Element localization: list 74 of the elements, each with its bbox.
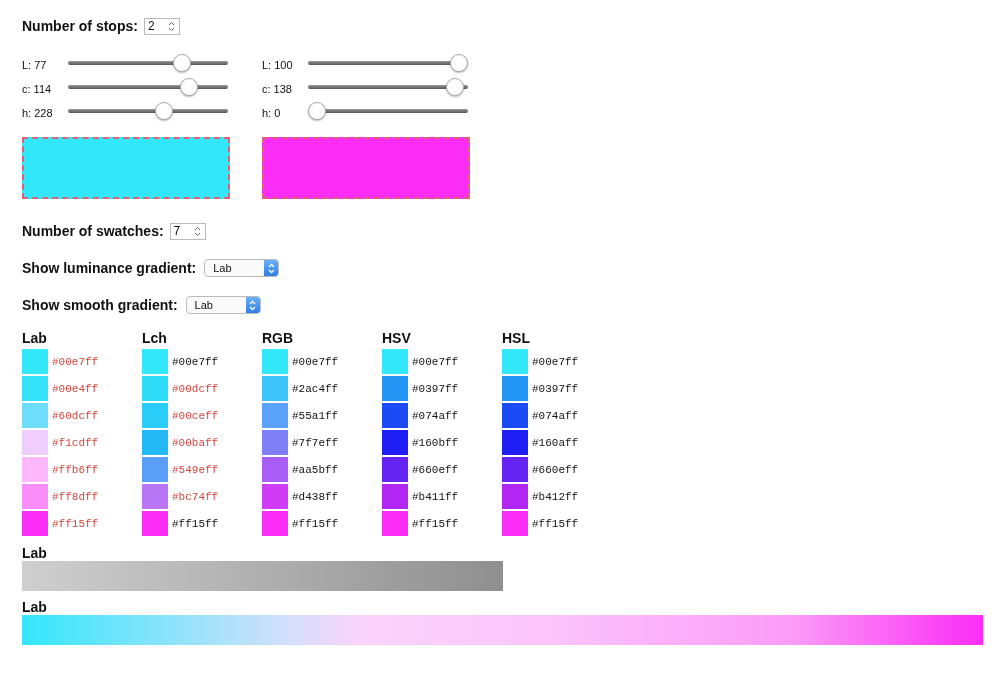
hex-code: #55a1ff (292, 409, 339, 422)
hex-code: #0397ff (412, 382, 459, 395)
luminance-gradient-label: Show luminance gradient: (22, 260, 197, 276)
slider[interactable] (308, 54, 468, 72)
hex-code: #00e7ff (292, 355, 339, 368)
palette-title: HSV (382, 330, 412, 346)
hex-code: #ff15ff (292, 517, 339, 530)
swatches-label: Number of swatches: (22, 223, 164, 239)
hex-code: #b411ff (412, 490, 459, 503)
hex-code: #7f7eff (292, 436, 339, 449)
color-stop-swatch[interactable] (22, 137, 230, 199)
hex-code: #ff15ff (412, 517, 459, 530)
slider[interactable] (68, 78, 228, 96)
slider[interactable] (68, 102, 228, 120)
hex-code: #aa5bff (292, 463, 339, 476)
hex-code: #d438ff (292, 490, 339, 503)
hex-code: #bc74ff (172, 490, 219, 503)
hex-code: #ffb6ff (52, 463, 99, 476)
gradient-title: Lab (22, 599, 48, 615)
hex-code: #2ac4ff (292, 382, 339, 395)
hex-code: #160bff (412, 436, 459, 449)
hex-code: #00e7ff (172, 355, 219, 368)
hex-code: #074aff (412, 409, 459, 422)
slider-thumb[interactable] (308, 102, 326, 120)
hex-code: #ff15ff (172, 517, 219, 530)
slider-label: h: 0 (262, 106, 282, 119)
hex-code: #ff15ff (532, 517, 579, 530)
hex-code: #0397ff (532, 382, 579, 395)
slider-label: c: 114 (22, 82, 53, 95)
slider-thumb[interactable] (450, 54, 468, 72)
hex-code: #f1cdff (52, 436, 99, 449)
luminance-dropdown[interactable]: Lab (204, 259, 280, 277)
hex-code: #00e7ff (412, 355, 459, 368)
hex-code: #ff15ff (52, 517, 99, 530)
swatches-number-field[interactable]: 7 (169, 222, 206, 240)
palette-title: Lab (22, 330, 48, 346)
hex-code: #00e7ff (52, 355, 99, 368)
smooth-gradient-label: Show smooth gradient: (22, 297, 178, 313)
updown-chevron-icon (249, 299, 257, 311)
hex-code: #60dcff (52, 409, 99, 422)
hex-code: #ff8dff (52, 490, 99, 503)
color-stop-swatch[interactable] (262, 137, 470, 199)
stops-label: Number of stops: (22, 18, 138, 34)
hex-code: #074aff (532, 409, 579, 422)
slider-label: c: 138 (262, 82, 293, 95)
slider-thumb[interactable] (445, 78, 464, 96)
gradient-title: Lab (22, 545, 48, 561)
slider-thumb[interactable] (154, 102, 173, 120)
palette-title: Lch (142, 330, 168, 346)
palette-title: HSL (502, 330, 531, 346)
hex-code: #660eff (532, 463, 579, 476)
stops-number-field[interactable]: 2 (143, 17, 180, 35)
slider-label: L: 100 (262, 58, 294, 71)
updown-chevron-icon (267, 262, 275, 274)
slider-label: h: 228 (22, 106, 54, 119)
hex-code: #00e4ff (52, 382, 99, 395)
stepper-icon (193, 225, 201, 237)
hex-code: #00dcff (172, 382, 219, 395)
palette-title: RGB (262, 330, 295, 346)
stepper-icon (167, 20, 175, 32)
smooth-dropdown[interactable]: Lab (185, 296, 261, 314)
hex-code: #00ceff (172, 409, 219, 422)
slider-thumb[interactable] (173, 54, 192, 72)
slider[interactable] (68, 54, 228, 72)
slider[interactable] (308, 102, 468, 120)
hex-code: #160aff (532, 436, 579, 449)
hex-code: #660eff (412, 463, 459, 476)
hex-code: #b412ff (532, 490, 579, 503)
slider[interactable] (308, 78, 468, 96)
slider-thumb[interactable] (180, 78, 199, 96)
hex-code: #00e7ff (532, 355, 579, 368)
slider-label: L: 77 (22, 58, 48, 71)
hex-code: #549eff (172, 463, 219, 476)
hex-code: #00baff (172, 436, 219, 449)
